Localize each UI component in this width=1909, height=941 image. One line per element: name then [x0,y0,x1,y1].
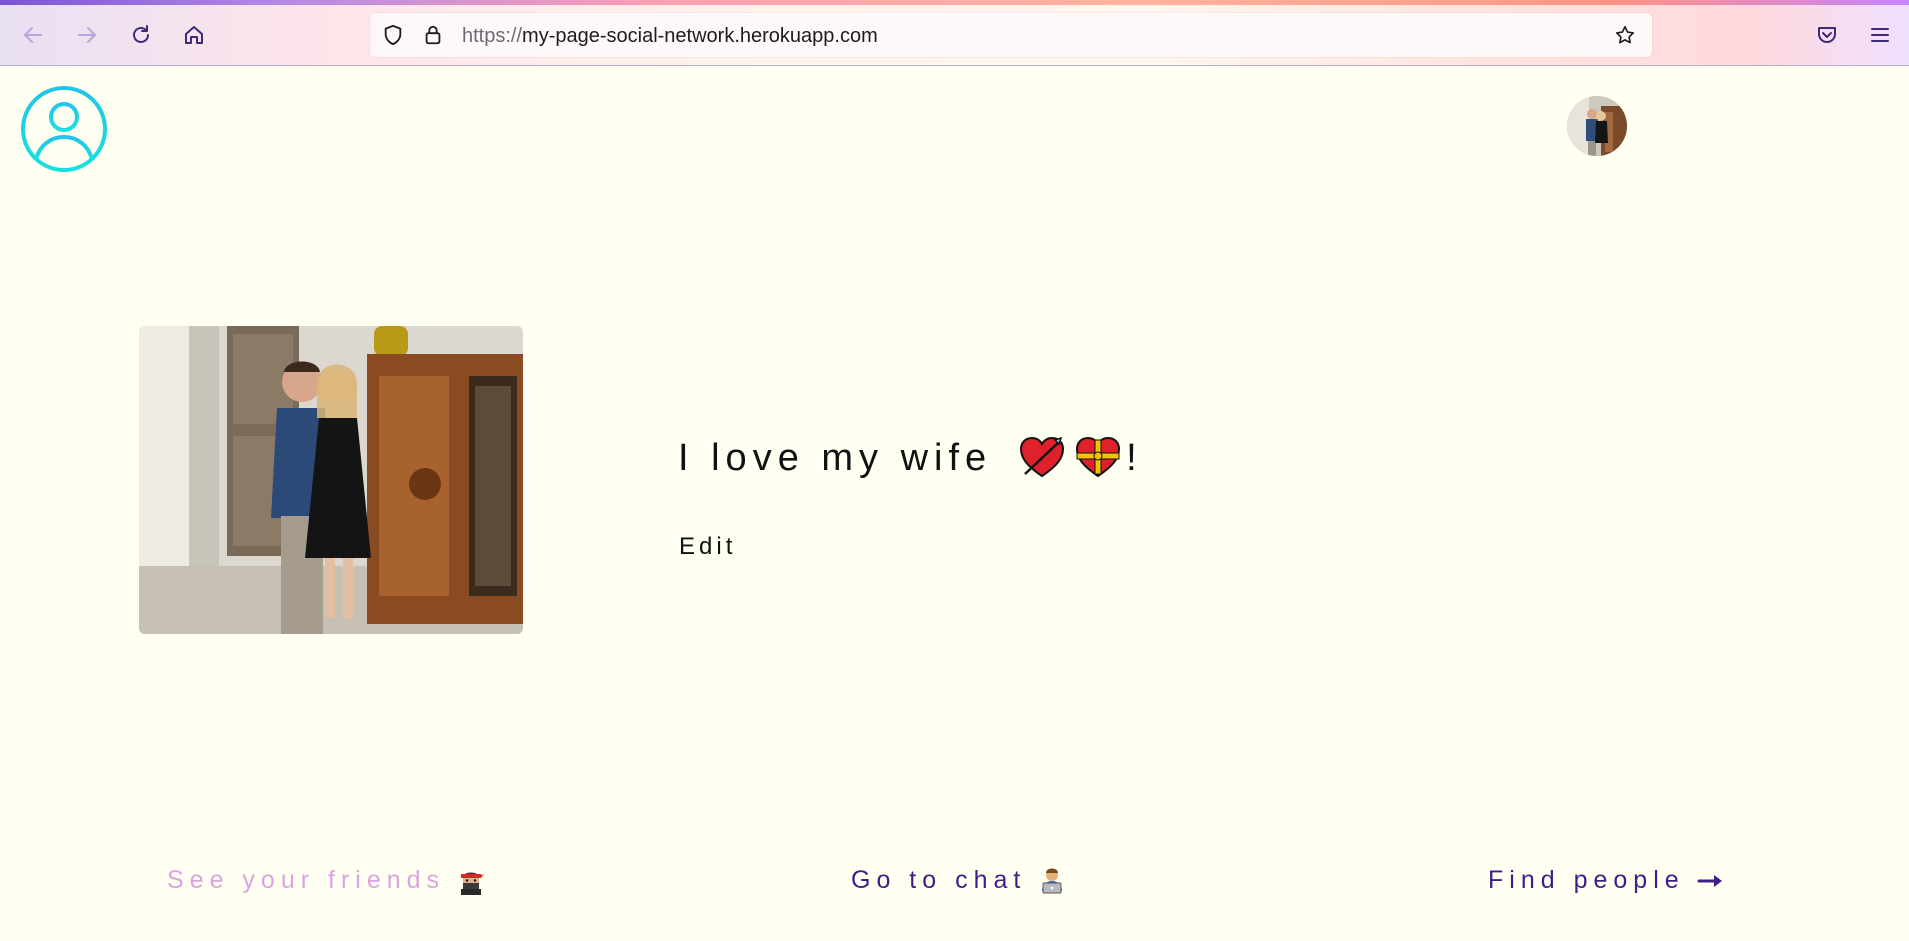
home-icon [185,26,203,44]
profile-bio: I love my wife ! [678,436,1143,480]
site-logo[interactable] [20,85,108,173]
shield-icon[interactable] [382,24,404,46]
right-arrow-icon [1697,867,1725,895]
star-icon[interactable] [1614,24,1636,46]
browser-toolbar: https://my-page-social-network.herokuapp… [0,0,1909,66]
forward-arrow-icon [78,27,96,43]
heart-with-ribbon-icon [1075,436,1121,480]
pocket-button[interactable] [1810,18,1844,52]
reload-button[interactable] [124,18,158,52]
user-circle-icon [21,86,107,172]
url-text[interactable]: https://my-page-social-network.herokuapp… [462,25,878,48]
edit-bio-button[interactable]: Edit [679,533,736,561]
go-to-chat-label: Go to chat [851,866,1027,894]
pocket-icon [1818,27,1836,43]
url-host: my-page-social-network.herokuapp.com [522,25,878,47]
profile-photo [139,326,523,634]
see-friends-link[interactable]: See your friends [167,866,485,895]
find-people-label: Find people [1488,866,1685,894]
reload-icon [133,25,149,43]
back-arrow-icon [24,27,42,43]
person-on-laptop-icon [1038,867,1066,895]
find-people-link[interactable]: Find people [1488,866,1725,895]
bio-suffix: ! [1126,436,1143,479]
user-avatar[interactable] [1567,96,1627,156]
ninja-icon [457,867,485,895]
url-bar[interactable]: https://my-page-social-network.herokuapp… [370,13,1652,57]
menu-button[interactable] [1863,18,1897,52]
see-friends-label: See your friends [167,866,446,894]
hamburger-menu-icon [1871,28,1889,42]
home-button[interactable] [177,18,211,52]
url-protocol: https:// [462,25,523,47]
heart-with-arrow-icon [1019,436,1065,480]
bio-text: I love my wife [678,436,993,479]
lock-icon[interactable] [422,24,444,46]
forward-button[interactable] [70,18,104,52]
go-to-chat-link[interactable]: Go to chat [851,866,1066,895]
back-button[interactable] [16,18,50,52]
